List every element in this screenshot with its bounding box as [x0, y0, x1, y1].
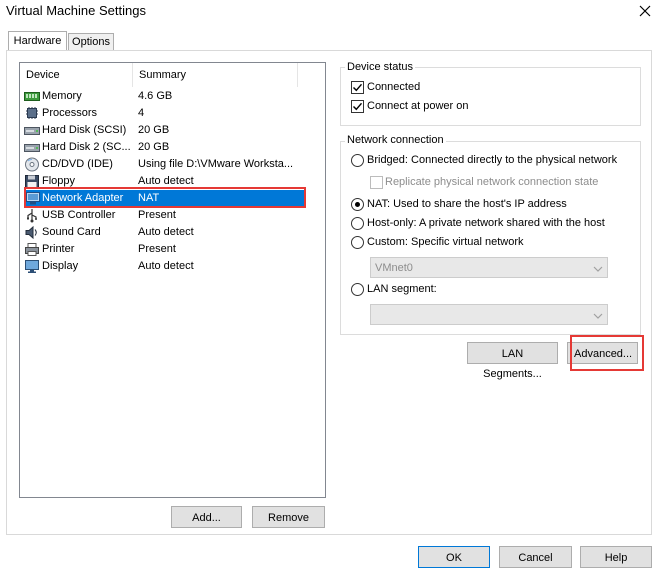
nat-label[interactable]: NAT: Used to share the host's IP address [367, 198, 567, 210]
ok-button[interactable]: OK [418, 546, 490, 568]
custom-radio[interactable] [351, 236, 364, 249]
chevron-down-icon [593, 264, 603, 276]
host-only-radio[interactable] [351, 217, 364, 230]
device-row-usb-controller[interactable]: USB Controller Present [20, 207, 325, 224]
device-row-hard-disk-scsi[interactable]: Hard Disk (SCSI) 20 GB [20, 122, 325, 139]
custom-network-value: VMnet0 [375, 262, 413, 274]
lan-segment-select[interactable] [370, 304, 608, 325]
tab-options[interactable]: Options [68, 33, 114, 50]
display-icon [24, 259, 40, 274]
device-name: Hard Disk (SCSI) [42, 124, 127, 136]
device-summary: Present [138, 209, 176, 221]
device-row-sound-card[interactable]: Sound Card Auto detect [20, 224, 325, 241]
custom-network-select[interactable]: VMnet0 [370, 257, 608, 278]
remove-device-button[interactable]: Remove [252, 506, 325, 528]
bridged-radio[interactable] [351, 154, 364, 167]
device-row-cd-dvd[interactable]: CD/DVD (IDE) Using file D:\VMware Workst… [20, 156, 325, 173]
hard-disk-icon [24, 123, 40, 138]
device-name: Sound Card [42, 226, 101, 238]
replicate-state-checkbox[interactable] [370, 176, 383, 189]
device-summary: 20 GB [138, 141, 170, 153]
network-adapter-highlight-box [24, 187, 306, 208]
column-header-summary[interactable]: Summary [133, 63, 298, 87]
device-name: Hard Disk 2 (SC... [42, 141, 131, 153]
device-summary: 4 [138, 107, 145, 119]
device-summary: Using file D:\VMware Worksta... [138, 158, 294, 170]
device-row-memory[interactable]: Memory 4.6 GB [20, 88, 325, 105]
device-summary: 20 GB [138, 124, 170, 136]
device-status-group [340, 67, 641, 126]
device-name: Display [42, 260, 79, 272]
nat-radio[interactable] [351, 198, 364, 211]
cd-dvd-icon [24, 157, 40, 172]
usb-icon [24, 208, 40, 223]
connect-at-power-on-checkbox[interactable] [351, 100, 364, 113]
device-name: Memory [42, 90, 82, 102]
lan-segment-label[interactable]: LAN segment: [367, 283, 437, 295]
close-icon[interactable] [636, 2, 654, 20]
network-connection-title: Network connection [345, 134, 446, 146]
connect-at-power-on-label[interactable]: Connect at power on [367, 100, 469, 112]
lan-segments-button[interactable]: LAN Segments... [467, 342, 558, 380]
device-name: Processors [42, 107, 98, 119]
device-summary: Auto detect [138, 260, 194, 272]
device-list[interactable]: Device Summary Memory 4.6 GB Processors … [19, 62, 326, 498]
device-row-display[interactable]: Display Auto detect [20, 258, 325, 275]
advanced-highlight-box [570, 335, 644, 371]
connected-checkbox[interactable] [351, 81, 364, 94]
device-row-printer[interactable]: Printer Present [20, 241, 325, 258]
processor-icon [24, 106, 40, 121]
device-row-processors[interactable]: Processors 4 [20, 105, 325, 122]
add-device-button[interactable]: Add... [171, 506, 242, 528]
device-name: USB Controller [42, 209, 116, 221]
device-summary: Auto detect [138, 226, 194, 238]
chevron-down-icon [593, 311, 603, 323]
replicate-state-label[interactable]: Replicate physical network connection st… [385, 176, 598, 188]
checkmark-icon [353, 102, 363, 111]
device-name: CD/DVD (IDE) [42, 158, 113, 170]
window-title: Virtual Machine Settings [6, 3, 146, 18]
device-name: Printer [42, 243, 75, 255]
cancel-button[interactable]: Cancel [499, 546, 572, 568]
device-status-title: Device status [345, 61, 416, 73]
host-only-label[interactable]: Host-only: A private network shared with… [367, 217, 605, 229]
device-summary: Present [138, 243, 176, 255]
hard-disk-icon [24, 140, 40, 155]
memory-icon [24, 89, 40, 104]
bridged-label[interactable]: Bridged: Connected directly to the physi… [367, 154, 617, 166]
connected-label[interactable]: Connected [367, 81, 420, 93]
sound-card-icon [24, 225, 40, 240]
printer-icon [24, 242, 40, 257]
lan-segment-radio[interactable] [351, 283, 364, 296]
device-summary: 4.6 GB [138, 90, 173, 102]
tab-hardware[interactable]: Hardware [8, 31, 67, 51]
device-row-hard-disk-2[interactable]: Hard Disk 2 (SC... 20 GB [20, 139, 325, 156]
checkmark-icon [353, 83, 363, 92]
help-button[interactable]: Help [580, 546, 652, 568]
column-header-device[interactable]: Device [20, 63, 133, 87]
custom-label[interactable]: Custom: Specific virtual network [367, 236, 524, 248]
